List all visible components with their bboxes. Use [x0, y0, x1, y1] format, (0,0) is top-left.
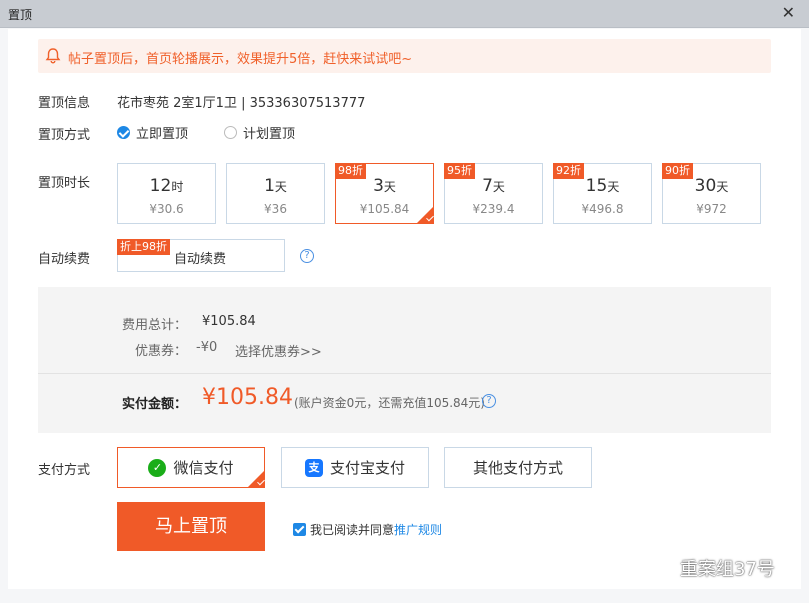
- pay-wechat-label: 微信支付: [173, 459, 234, 477]
- dialog-content: 帖子置顶后，首页轮播展示，效果提升5倍，赶快来试试吧~ 置顶信息 花市枣苑 2室…: [8, 29, 801, 589]
- radio-scheduled[interactable]: 计划置顶: [224, 123, 295, 142]
- agreement: 我已阅读并同意 推广规则: [293, 521, 442, 538]
- duration-option-12h[interactable]: 12时 ¥30.6: [117, 163, 216, 224]
- coupon-label: 优惠券：: [135, 344, 188, 359]
- duration-option-7d[interactable]: 95折 7天 ¥239.4: [444, 163, 543, 224]
- pay-alipay-label: 支付宝支付: [329, 459, 405, 477]
- duration-amount: 30天: [694, 176, 729, 196]
- notice-text: 帖子置顶后，首页轮播展示，效果提升5倍，赶快来试试吧~: [68, 52, 413, 67]
- agreement-text: 我已阅读并同意: [310, 523, 395, 537]
- dialog-title: 置顶: [8, 8, 33, 22]
- duration-amount: 15天: [585, 176, 620, 196]
- coupon-value: -¥0: [196, 340, 218, 355]
- wechat-icon: ✓: [148, 458, 167, 477]
- duration-amount: 3天: [373, 176, 396, 196]
- duration-option-1d[interactable]: 1天 ¥36: [226, 163, 325, 224]
- bell-icon: [45, 48, 61, 64]
- duration-price: ¥496.8: [581, 202, 624, 216]
- auto-renew-label: 自动续费: [38, 252, 91, 267]
- agreement-checkbox[interactable]: [293, 523, 306, 536]
- summary-divider: [38, 373, 771, 374]
- payment-label: 支付方式: [38, 463, 91, 478]
- select-coupon-link[interactable]: 选择优惠券>>: [235, 341, 322, 360]
- listing-value: 花市枣苑 2室1厅1卫 | 35336307513777: [117, 96, 366, 111]
- duration-amount: 7天: [482, 176, 505, 196]
- pay-amount-note: (账户资金0元，还需充值105.84元): [294, 396, 485, 410]
- promotion-rules-link[interactable]: 推广规则: [394, 521, 442, 538]
- top-promotion-dialog: 置顶 ✕ 帖子置顶后，首页轮播展示，效果提升5倍，赶快来试试吧~ 置顶信息 花市…: [0, 0, 809, 603]
- auto-renew-discount-badge: 折上98折: [117, 239, 170, 255]
- pay-alipay-button[interactable]: 支 支付宝支付: [281, 447, 429, 488]
- pay-other-label: 其他支付方式: [472, 459, 563, 477]
- watermark: 重案组37号: [646, 555, 775, 581]
- auto-renew-toggle[interactable]: 折上98折 自动续费: [117, 239, 285, 272]
- promo-notice: 帖子置顶后，首页轮播展示，效果提升5倍，赶快来试试吧~: [38, 39, 771, 73]
- total-label: 费用总计：: [122, 318, 188, 333]
- duration-amount: 12时: [149, 176, 184, 196]
- pay-amount-label: 实付金额：: [122, 397, 188, 412]
- duration-price: ¥972: [696, 202, 727, 216]
- duration-option-15d[interactable]: 92折 15天 ¥496.8: [553, 163, 652, 224]
- pay-wechat-button[interactable]: ✓ 微信支付: [117, 447, 265, 488]
- cost-summary: 费用总计： ¥105.84 优惠券： -¥0 选择优惠券>> 实付金额： ¥10…: [38, 287, 771, 433]
- duration-price: ¥30.6: [149, 202, 184, 216]
- watermark-text: 重案组37号: [680, 559, 775, 580]
- submit-top-button[interactable]: 马上置顶: [117, 502, 265, 551]
- duration-amount: 1天: [264, 176, 287, 196]
- radio-immediate-label: 立即置顶: [136, 127, 189, 142]
- title-bar: 置顶 ✕: [0, 0, 809, 28]
- duration-option-3d[interactable]: 98折 3天 ¥105.84: [335, 163, 434, 224]
- alipay-icon: 支: [304, 458, 323, 477]
- duration-option-30d[interactable]: 90折 30天 ¥972: [662, 163, 761, 224]
- auto-renew-text: 自动续费: [174, 252, 227, 267]
- method-label: 置顶方式: [38, 128, 91, 143]
- duration-label: 置顶时长: [38, 176, 91, 191]
- radio-immediate[interactable]: 立即置顶: [117, 123, 188, 142]
- wechat-icon: [646, 559, 671, 577]
- total-value: ¥105.84: [202, 314, 256, 329]
- duration-price: ¥36: [264, 202, 287, 216]
- listing-label: 置顶信息: [38, 96, 91, 111]
- duration-price: ¥239.4: [472, 202, 515, 216]
- close-icon[interactable]: ✕: [782, 4, 795, 22]
- help-icon[interactable]: ?: [482, 394, 496, 408]
- radio-scheduled-label: 计划置顶: [243, 127, 296, 142]
- help-icon[interactable]: ?: [300, 249, 314, 263]
- radio-unchecked-icon: [224, 126, 237, 139]
- radio-checked-icon: [117, 126, 130, 139]
- pay-other-button[interactable]: 其他支付方式: [444, 447, 592, 488]
- pay-amount-value: ¥105.84: [202, 385, 293, 410]
